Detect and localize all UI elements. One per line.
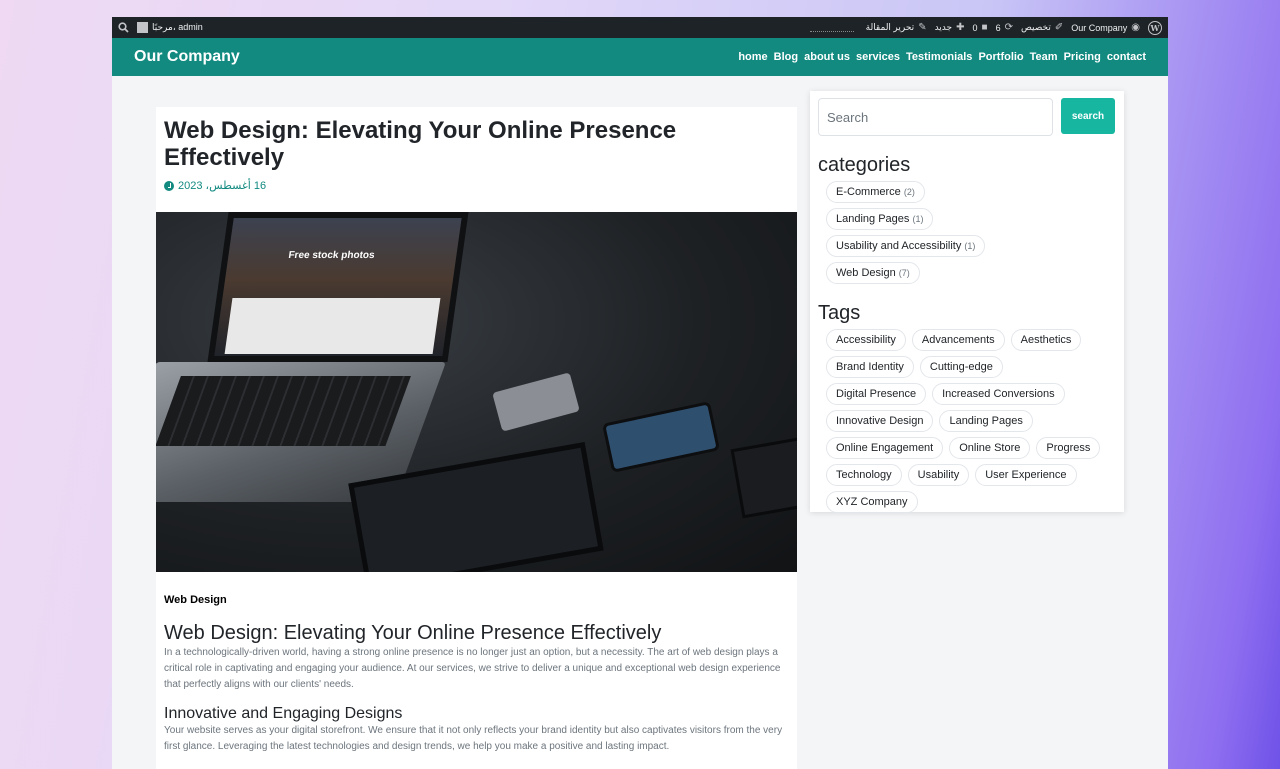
new-content-link[interactable]: جديد ✚ bbox=[935, 22, 965, 33]
nav-pricing[interactable]: Pricing bbox=[1064, 51, 1101, 63]
adminbar-spacer bbox=[809, 24, 854, 32]
category-count: (1) bbox=[964, 241, 976, 251]
image-hero-text: Free stock photos bbox=[287, 250, 376, 261]
post-date: 16 أغسطس، 2023 bbox=[164, 179, 789, 192]
tags-list: Accessibility Advancements Aesthetics Br… bbox=[818, 329, 1108, 513]
site-name-label: Our Company bbox=[1071, 22, 1128, 33]
tag-item[interactable]: Cutting-edge bbox=[919, 356, 1003, 378]
browser-viewport: مرحبًا، admin تحرير المقالة ✎ جديد ✚ 0 ■… bbox=[112, 17, 1168, 769]
nav-home[interactable]: home bbox=[738, 51, 767, 63]
tag-item[interactable]: Online Engagement bbox=[826, 437, 944, 459]
edit-post-label: تحرير المقالة bbox=[865, 22, 915, 32]
new-label: جديد bbox=[934, 22, 953, 32]
site-navbar: Our Company home Blog about us services … bbox=[112, 38, 1168, 76]
category-item[interactable]: Usability and Accessibility (1) bbox=[826, 235, 986, 257]
category-count: (1) bbox=[912, 214, 924, 224]
updates-link[interactable]: 6 ⟳ bbox=[996, 22, 1013, 33]
search-icon[interactable] bbox=[118, 22, 129, 33]
tag-item[interactable]: Technology bbox=[826, 464, 902, 486]
category-name: Web Design bbox=[836, 267, 896, 279]
site-brand[interactable]: Our Company bbox=[134, 48, 240, 66]
phone-illustration bbox=[730, 435, 797, 519]
tag-item[interactable]: Digital Presence bbox=[826, 383, 927, 405]
customize-label: تخصيص bbox=[1020, 22, 1051, 32]
tags-title: Tags bbox=[818, 302, 861, 324]
tag-item[interactable]: Usability bbox=[907, 464, 970, 486]
avatar bbox=[137, 22, 148, 33]
admin-bar: مرحبًا، admin تحرير المقالة ✎ جديد ✚ 0 ■… bbox=[112, 17, 1168, 38]
category-count: (2) bbox=[903, 187, 915, 197]
nav-team[interactable]: Team bbox=[1030, 51, 1058, 63]
post-category[interactable]: Web Design bbox=[164, 594, 789, 606]
main-nav: home Blog about us services Testimonials… bbox=[738, 51, 1146, 63]
clock-icon bbox=[164, 180, 174, 191]
greeting: مرحبًا، admin bbox=[152, 22, 203, 32]
edit-post-link[interactable]: تحرير المقالة ✎ bbox=[866, 22, 927, 33]
category-item[interactable]: Web Design (7) bbox=[826, 262, 920, 284]
post-card: Web Design: Elevating Your Online Presen… bbox=[156, 107, 797, 769]
site-name-link[interactable]: Our Company ◉ bbox=[1071, 22, 1140, 33]
tag-item[interactable]: Increased Conversions bbox=[932, 383, 1065, 405]
tag-item[interactable]: Advancements bbox=[911, 329, 1005, 351]
categories-title: categories bbox=[818, 154, 911, 176]
body-subheading: Innovative and Engaging Designs bbox=[164, 705, 403, 722]
customize-link[interactable]: تخصيص ✐ bbox=[1021, 22, 1063, 33]
laptop-screen-illustration: Free stock photos bbox=[207, 212, 469, 362]
nav-testimonials[interactable]: Testimonials bbox=[906, 51, 972, 63]
category-item[interactable]: E-Commerce (2) bbox=[826, 181, 925, 203]
body-heading: Web Design: Elevating Your Online Presen… bbox=[164, 622, 662, 644]
tag-item[interactable]: Landing Pages bbox=[939, 410, 1033, 432]
category-name: E-Commerce bbox=[836, 186, 901, 198]
category-name: Landing Pages bbox=[836, 213, 910, 225]
pencil-icon: ✎ bbox=[918, 22, 927, 33]
phone-illustration bbox=[492, 372, 580, 432]
search-form: search bbox=[818, 98, 1116, 136]
comments-count: 0 bbox=[972, 22, 978, 33]
tag-item[interactable]: Innovative Design bbox=[826, 410, 934, 432]
tag-item[interactable]: User Experience bbox=[975, 464, 1077, 486]
wordpress-icon[interactable]: W bbox=[1148, 20, 1162, 35]
tag-item[interactable]: Progress bbox=[1036, 437, 1101, 459]
account-menu[interactable]: مرحبًا، admin bbox=[137, 22, 203, 33]
featured-image: Free stock photos bbox=[156, 212, 797, 572]
brush-icon: ✐ bbox=[1054, 22, 1064, 33]
sidebar: search categories E-Commerce (2) Landing… bbox=[810, 91, 1124, 513]
tag-item[interactable]: Accessibility bbox=[826, 329, 906, 351]
updates-count: 6 bbox=[995, 22, 1001, 33]
nav-services[interactable]: services bbox=[856, 51, 900, 63]
comment-icon: ■ bbox=[981, 22, 988, 33]
nav-portfolio[interactable]: Portfolio bbox=[978, 51, 1023, 63]
tag-item[interactable]: XYZ Company bbox=[826, 491, 918, 513]
categories-list: E-Commerce (2) Landing Pages (1) Usabili… bbox=[818, 181, 1116, 284]
post-title: Web Design: Elevating Your Online Presen… bbox=[164, 117, 677, 171]
refresh-icon: ⟳ bbox=[1004, 22, 1013, 33]
category-count: (7) bbox=[898, 268, 910, 278]
phone-illustration bbox=[602, 401, 720, 473]
nav-contact[interactable]: contact bbox=[1107, 51, 1146, 63]
nav-blog[interactable]: Blog bbox=[774, 51, 798, 63]
category-name: Usability and Accessibility bbox=[836, 240, 962, 252]
nav-about-us[interactable]: about us bbox=[804, 51, 850, 63]
dashboard-icon: ◉ bbox=[1131, 22, 1140, 33]
tag-item[interactable]: Online Store bbox=[949, 437, 1031, 459]
tag-item[interactable]: Aesthetics bbox=[1010, 329, 1082, 351]
comments-link[interactable]: 0 ■ bbox=[973, 22, 988, 33]
search-button[interactable]: search bbox=[1061, 98, 1115, 134]
post-body: Web Design Web Design: Elevating Your On… bbox=[156, 572, 797, 755]
tag-item[interactable]: Brand Identity bbox=[826, 356, 914, 378]
category-item[interactable]: Landing Pages (1) bbox=[826, 208, 934, 230]
body-paragraph: In a technologically-driven world, havin… bbox=[164, 647, 781, 690]
search-input[interactable] bbox=[818, 98, 1053, 136]
body-paragraph: Your website serves as your digital stor… bbox=[164, 725, 783, 752]
plus-icon: ✚ bbox=[956, 22, 965, 33]
post-date-text: 16 أغسطس، 2023 bbox=[178, 180, 267, 192]
